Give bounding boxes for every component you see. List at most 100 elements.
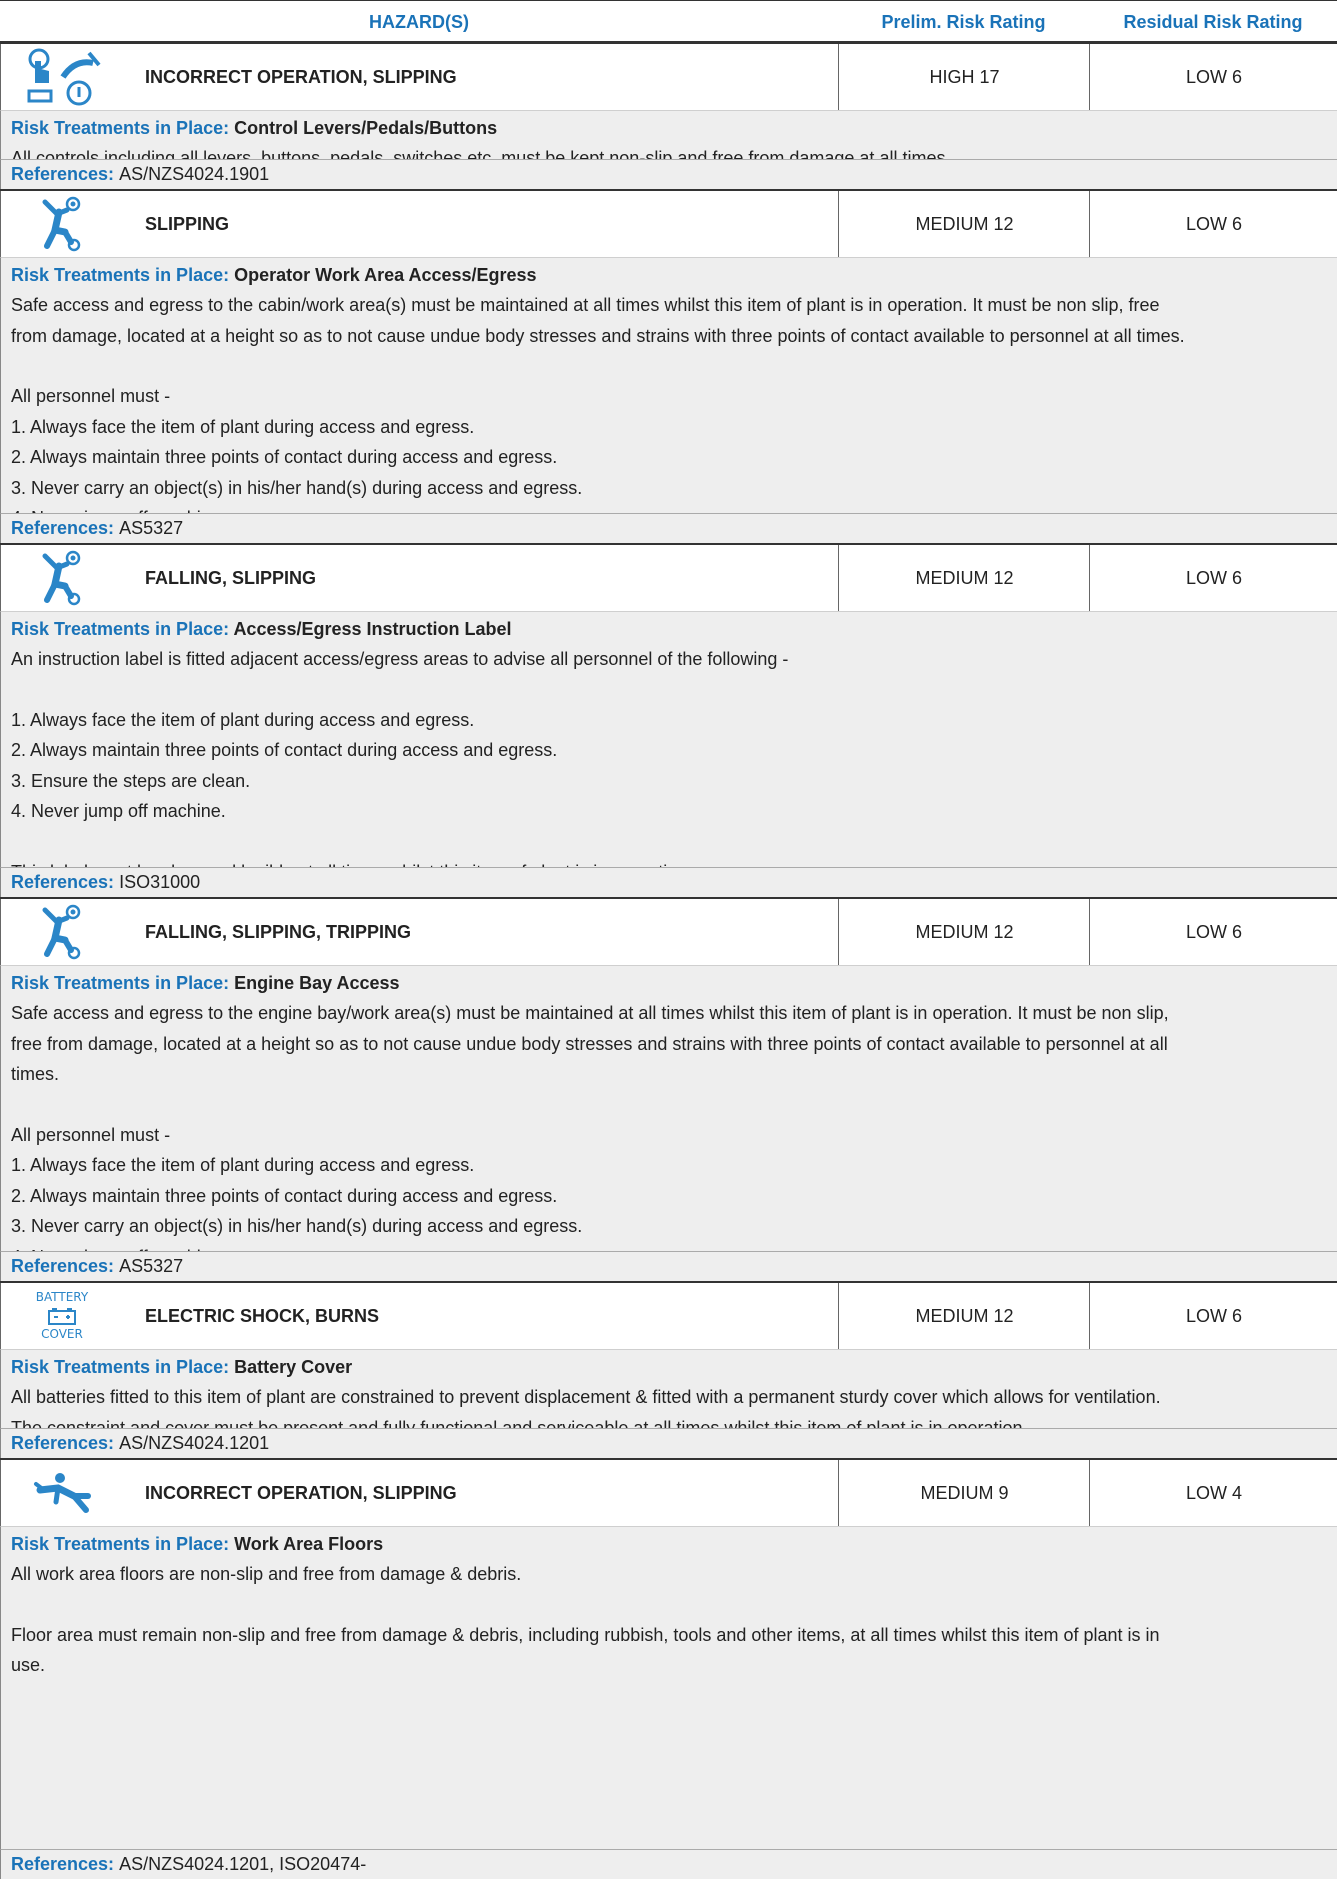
references-label: References: [11,1256,120,1276]
hazard-name: ELECTRIC SHOCK, BURNS [145,1305,380,1326]
treatment-line: Safe access and egress to the cabin/work… [11,295,1160,315]
treatment-line: 1. Always face the item of plant during … [11,416,475,437]
prelim-risk-rating: MEDIUM 9 [838,1460,1090,1526]
treatment-title: Risk Treatments in Place: Battery Cover [1,1350,1337,1382]
hazard-row: SLIPPING MEDIUM 12 LOW 6 [0,189,1337,257]
treatment-line: 3. Never carry an object(s) in his/her h… [11,477,583,498]
treatment-body: All work area floors are non-slip and fr… [1,1559,1337,1681]
references-value: AS/NZS4024.1201 [119,1433,270,1453]
treatment-line: All batteries fitted to this item of pla… [11,1387,1161,1407]
hazard-row: BATTERY COVER ELECTRIC SHOCK, BURNS MEDIU… [0,1281,1337,1349]
treatment-label: Risk Treatments in Place: [11,1357,235,1377]
hazard-row: INCORRECT OPERATION, SLIPPING HIGH 17 LOW … [0,42,1337,110]
references-label: References: [11,518,120,538]
treatment-body: Safe access and egress to the cabin/work… [1,290,1337,534]
prelim-risk-rating: MEDIUM 12 [838,191,1090,257]
residual-risk-rating: LOW 4 [1089,1460,1337,1526]
treatment-line: Safe access and egress to the engine bay… [11,1003,1169,1023]
treatment-title: Risk Treatments in Place: Control Levers… [1,111,1337,143]
treatment-label: Risk Treatments in Place: [11,265,235,285]
treatment-name: Work Area Floors [234,1534,384,1554]
prelim-risk-rating: MEDIUM 12 [838,899,1090,965]
risk-treatment-block: Risk Treatments in Place: Operator Work … [0,257,1337,528]
residual-risk-rating: LOW 6 [1089,191,1337,257]
hazard-name: INCORRECT OPERATION, SLIPPING [145,66,457,87]
treatment-label: Risk Treatments in Place: [11,973,235,993]
battery-icon-text-bottom: COVER [41,1327,83,1341]
hazard-row: FALLING, SLIPPING MEDIUM 12 LOW 6 [0,543,1337,611]
falling-person-icon [0,1460,124,1526]
slip-person-icon [0,191,124,257]
hazard-name: SLIPPING [145,213,230,234]
treatment-label: Risk Treatments in Place: [11,619,234,639]
references-row: References: AS/NZS4024.1901 [0,159,1337,189]
references-label: References: [11,1854,120,1874]
slip-person-icon [0,899,124,965]
references-value: AS/NZS4024.1901 [119,164,270,184]
treatment-name: Engine Bay Access [234,973,400,993]
hazard-column-header: HAZARD(S) [0,0,838,43]
treatment-name: Operator Work Area Access/Egress [234,265,537,285]
risk-treatment-block: Risk Treatments in Place: Work Area Floo… [0,1526,1337,1849]
treatment-line: 1. Always face the item of plant during … [11,709,475,730]
risk-assessment-document: HAZARD(S) Prelim. Risk Rating Residual R… [0,0,1337,1879]
treatment-title: Risk Treatments in Place: Operator Work … [1,258,1337,290]
prelim-risk-rating: MEDIUM 12 [838,1283,1090,1349]
references-row: References: AS5327 [0,1251,1337,1281]
hazard-name: FALLING, SLIPPING [145,567,317,588]
treatment-name: Battery Cover [234,1357,353,1377]
treatment-line: use. [11,1655,46,1675]
prelim-risk-rating: HIGH 17 [838,44,1090,110]
treatment-line: An instruction label is fitted adjacent … [11,649,789,669]
risk-treatment-block: Risk Treatments in Place: Control Levers… [0,110,1337,168]
slip-person-icon [0,545,124,611]
references-row: References: AS5327 [0,513,1337,543]
treatment-line: All work area floors are non-slip and fr… [11,1564,522,1584]
treatment-label: Risk Treatments in Place: [11,118,235,138]
references-value: AS/NZS4024.1201, ISO20474- [119,1854,367,1874]
references-row: References: AS/NZS4024.1201, ISO20474- [0,1849,1337,1879]
references-value: AS5327 [119,518,184,538]
residual-risk-rating: LOW 6 [1089,44,1337,110]
treatment-label: Risk Treatments in Place: [11,1534,235,1554]
treatment-title: Risk Treatments in Place: Engine Bay Acc… [1,966,1337,998]
references-label: References: [11,1433,120,1453]
hazard-name: FALLING, SLIPPING, TRIPPING [145,921,412,942]
treatment-line: from damage, located at a height so as t… [11,325,1185,346]
treatment-line: 1. Always face the item of plant during … [11,1155,475,1175]
residual-risk-column-header: Residual Risk Rating [1089,0,1337,43]
treatment-title: Risk Treatments in Place: Work Area Floo… [1,1527,1337,1559]
prelim-risk-column-header: Prelim. Risk Rating [838,0,1089,43]
treatment-body: Safe access and egress to the engine bay… [1,998,1337,1272]
risk-treatment-block: Risk Treatments in Place: Battery Cover A… [0,1349,1337,1438]
references-label: References: [11,872,120,892]
residual-risk-rating: LOW 6 [1089,899,1337,965]
references-row: References: ISO31000 [0,867,1337,897]
hazard-row: FALLING, SLIPPING, TRIPPING MEDIUM 12 LOW … [0,897,1337,965]
treatment-line: 2. Always maintain three points of conta… [11,447,558,467]
residual-risk-rating: LOW 6 [1089,545,1337,611]
battery-cover-icon: BATTERY COVER [0,1283,124,1349]
treatment-line: All personnel must - [11,386,171,406]
controls-icon [0,44,124,110]
treatment-line: 2. Always maintain three points of conta… [11,740,558,760]
treatment-line: 3. Ensure the steps are clean. [11,770,251,791]
treatment-line: Floor area must remain non-slip and free… [11,1624,1160,1645]
battery-icon-text-top: BATTERY [35,1290,89,1304]
treatment-line: free from damage, located at a height so… [11,1033,1168,1054]
hazard-name: INCORRECT OPERATION, SLIPPING [145,1482,457,1503]
treatment-line: times. [11,1064,60,1084]
treatment-line: 3. Never carry an object(s) in his/her h… [11,1216,583,1236]
references-label: References: [11,164,120,184]
residual-risk-rating: LOW 6 [1089,1283,1337,1349]
references-value: ISO31000 [119,872,201,892]
risk-treatment-block: Risk Treatments in Place: Engine Bay Acc… [0,965,1337,1267]
hazard-row: INCORRECT OPERATION, SLIPPING MEDIUM 9 LOW… [0,1458,1337,1526]
treatment-title: Risk Treatments in Place: Access/Egress … [1,612,1337,644]
treatment-name: Access/Egress Instruction Label [233,619,512,639]
treatment-name: Control Levers/Pedals/Buttons [234,118,498,138]
